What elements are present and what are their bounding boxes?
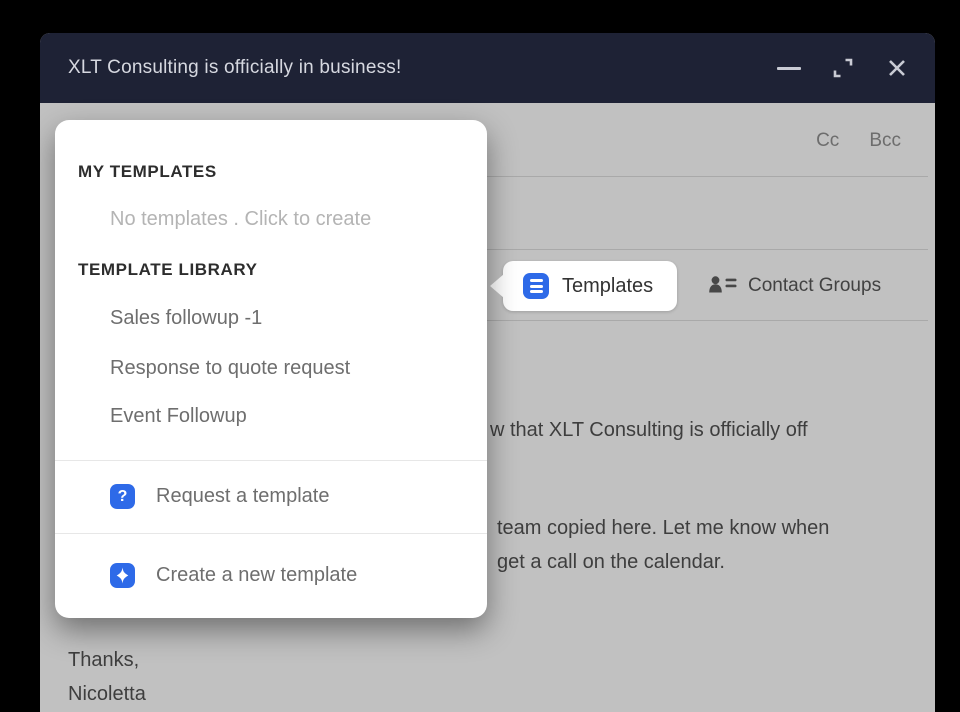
close-icon (887, 58, 907, 78)
email-body-line: get a call on the calendar. (497, 551, 725, 574)
no-templates-message[interactable]: No templates . Click to create (110, 208, 371, 231)
compose-titlebar[interactable]: XLT Consulting is officially in business… (40, 33, 935, 103)
popover-pointer-arrow (490, 274, 504, 298)
create-template-label: Create a new template (156, 564, 357, 587)
signature-line: Nicoletta (68, 677, 146, 711)
cc-toggle[interactable]: Cc (816, 130, 839, 152)
page: XLT Consulting is officially in business… (0, 0, 960, 712)
minimize-icon (777, 67, 801, 70)
my-templates-heading: MY TEMPLATES (78, 162, 217, 182)
templates-popover: MY TEMPLATES No templates . Click to cre… (55, 120, 487, 618)
person-list-icon (708, 275, 738, 297)
template-item-event-followup[interactable]: Event Followup (110, 405, 247, 428)
request-template-button[interactable]: ? Request a template (55, 460, 487, 533)
close-button[interactable] (885, 56, 909, 80)
expand-button[interactable] (831, 56, 855, 80)
template-library-heading: TEMPLATE LIBRARY (78, 260, 258, 280)
bcc-toggle[interactable]: Bcc (869, 130, 901, 152)
window-controls (777, 56, 909, 80)
template-item-response-to-quote[interactable]: Response to quote request (110, 357, 350, 380)
cc-bcc-toggles: Cc Bcc (816, 130, 901, 152)
expand-icon (832, 57, 854, 79)
contact-groups-label: Contact Groups (748, 275, 881, 297)
create-template-button[interactable]: Create a new template (55, 533, 487, 618)
document-lines-icon (523, 273, 549, 299)
request-template-label: Request a template (156, 485, 329, 508)
compose-subject-title: XLT Consulting is officially in business… (68, 57, 777, 79)
email-signature: Thanks, Nicoletta (68, 643, 146, 711)
email-body-line: w that XLT Consulting is officially off (490, 419, 808, 442)
signature-line: Thanks, (68, 643, 146, 677)
contact-groups-button[interactable]: Contact Groups (708, 272, 881, 300)
templates-button-label: Templates (562, 275, 653, 298)
sparkle-plus-icon (110, 563, 135, 588)
minimize-button[interactable] (777, 56, 801, 80)
email-body-line: team copied here. Let me know when (497, 517, 829, 540)
templates-button[interactable]: Templates (503, 261, 677, 311)
template-item-sales-followup[interactable]: Sales followup -1 (110, 307, 262, 330)
question-mark-icon: ? (110, 484, 135, 509)
